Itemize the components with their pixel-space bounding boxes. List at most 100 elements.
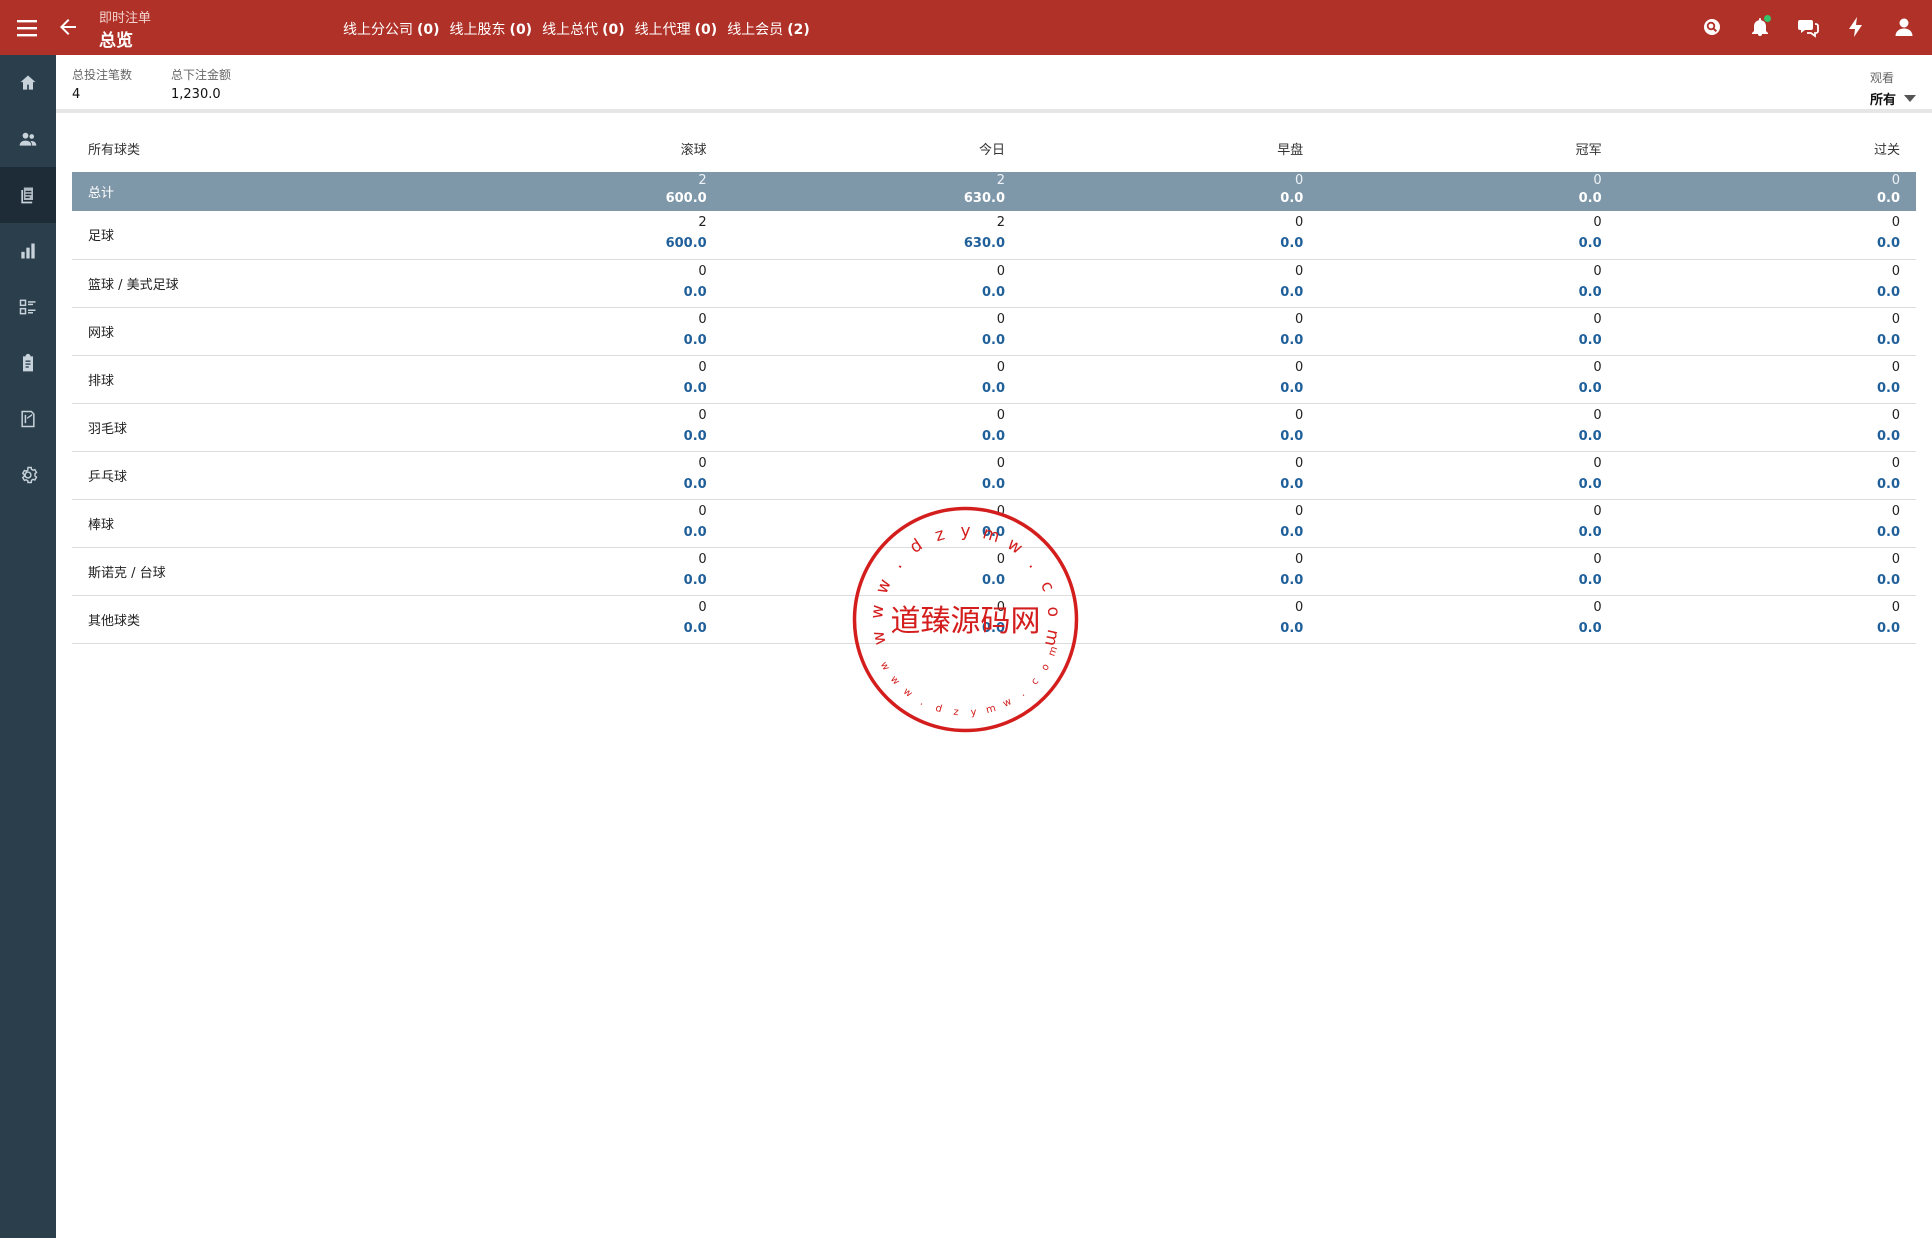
bet-amount-link[interactable]: 600.0	[424, 188, 707, 206]
online-shareholder-link[interactable]: 线上股东 (0)	[450, 19, 533, 39]
table-cell: 0 0.0	[722, 355, 1021, 404]
bet-amount-link[interactable]: 0.0	[1319, 375, 1602, 396]
bet-amount-link[interactable]: 0.0	[1618, 279, 1900, 300]
bet-amount-link[interactable]: 0.0	[1618, 615, 1900, 636]
view-selected-value: 所有	[1869, 93, 1896, 108]
bet-amount-link[interactable]: 0.0	[1021, 615, 1303, 636]
online-branch-link[interactable]: 线上分公司 (0)	[343, 19, 440, 39]
bet-amount-link[interactable]: 0.0	[1021, 188, 1303, 206]
table-row[interactable]: 棒球 0 0.0 0 0.0 0 0.0 0 0.0 0 0.0	[72, 499, 1916, 548]
chat-icon[interactable]	[1796, 15, 1820, 39]
bet-amount-link[interactable]: 0.0	[723, 615, 1005, 636]
table-cell: 0 0.0	[1319, 211, 1618, 260]
bet-amount-link[interactable]: 0.0	[1021, 279, 1303, 300]
table-header-row: 所有球类 滚球 今日 早盘 冠军 过关	[72, 124, 1916, 172]
bet-amount-link[interactable]: 0.0	[1021, 471, 1303, 492]
bet-count: 2	[996, 215, 1005, 230]
bet-amount-link[interactable]: 0.0	[1319, 188, 1602, 206]
bet-amount-link[interactable]: 0.0	[424, 519, 707, 540]
view-select[interactable]: 所有	[1870, 89, 1916, 108]
bet-amount-link[interactable]: 0.0	[1021, 327, 1303, 348]
table-cell: 0 0.0	[1319, 403, 1618, 452]
table-cell: 0 0.0	[1021, 259, 1320, 308]
sidebar-item-report[interactable]	[0, 391, 56, 447]
bet-count: 0	[1891, 311, 1900, 327]
bet-amount-link[interactable]: 0.0	[1319, 327, 1602, 348]
bet-amount-link[interactable]: 600.0	[424, 230, 707, 251]
bet-amount-link[interactable]: 0.0	[1021, 423, 1303, 444]
bet-amount-link[interactable]: 0.0	[1319, 230, 1602, 251]
table-cell: 0 0.0	[1617, 595, 1916, 644]
bet-amount-link[interactable]: 0.0	[1319, 423, 1602, 444]
bet-count: 0	[698, 503, 707, 519]
online-member-link[interactable]: 线上会员 (2)	[727, 19, 810, 39]
bet-amount-link[interactable]: 0.0	[1021, 230, 1303, 251]
table-row[interactable]: 其他球类 0 0.0 0 0.0 0 0.0 0 0.0 0 0.0	[72, 595, 1916, 644]
bet-amount-link[interactable]: 0.0	[723, 471, 1005, 492]
bet-amount-link[interactable]: 0.0	[723, 567, 1005, 588]
bet-amount-link[interactable]: 0.0	[424, 471, 707, 492]
sidebar-item-settings[interactable]	[0, 447, 56, 503]
online-agent-link[interactable]: 线上代理 (0)	[635, 19, 718, 39]
bet-amount-link[interactable]: 0.0	[1618, 519, 1900, 540]
bet-amount-link[interactable]: 0.0	[1618, 423, 1900, 444]
bet-amount-link[interactable]: 0.0	[723, 519, 1005, 540]
bet-amount-link[interactable]: 630.0	[723, 188, 1005, 206]
bet-amount-link[interactable]: 0.0	[1319, 615, 1602, 636]
table-cell: 0 0.0	[722, 547, 1021, 596]
bet-amount-link[interactable]: 0.0	[1021, 567, 1303, 588]
sidebar-item-users[interactable]	[0, 111, 56, 167]
sport-name: 斯诺克 / 台球	[72, 547, 425, 596]
table-row[interactable]: 斯诺克 / 台球 0 0.0 0 0.0 0 0.0 0 0.0 0 0.0	[72, 547, 1916, 596]
bet-amount-link[interactable]: 0.0	[1319, 279, 1602, 300]
sidebar-item-list[interactable]	[0, 279, 56, 335]
table-row[interactable]: 排球 0 0.0 0 0.0 0 0.0 0 0.0 0 0.0	[72, 355, 1916, 404]
bet-amount-link[interactable]: 0.0	[723, 423, 1005, 444]
bet-amount-link[interactable]: 0.0	[424, 567, 707, 588]
sports-summary-table: 所有球类 滚球 今日 早盘 冠军 过关 总计 2 600.0 2 630.0 0 0.0 0 0…	[72, 124, 1916, 644]
bet-amount-link[interactable]: 0.0	[424, 375, 707, 396]
bet-amount-link[interactable]: 0.0	[723, 327, 1005, 348]
bet-amount-link[interactable]: 0.0	[1618, 327, 1900, 348]
online-general-agent-link[interactable]: 线上总代 (0)	[542, 19, 625, 39]
bet-amount-link[interactable]: 0.0	[1319, 471, 1602, 492]
bet-amount-link[interactable]: 630.0	[723, 230, 1005, 251]
sidebar-item-home[interactable]	[0, 55, 56, 111]
sidebar-item-documents[interactable]	[0, 167, 56, 223]
bet-amount-link[interactable]: 0.0	[424, 279, 707, 300]
bet-amount-link[interactable]: 0.0	[424, 327, 707, 348]
bet-amount-link[interactable]: 0.0	[424, 615, 707, 636]
sport-name: 其他球类	[72, 595, 425, 644]
hamburger-menu-icon[interactable]	[14, 16, 40, 40]
bet-amount-link[interactable]: 0.0	[1319, 519, 1602, 540]
user-icon[interactable]	[1892, 15, 1916, 39]
bet-amount-link[interactable]: 0.0	[1618, 375, 1900, 396]
bet-amount-link[interactable]: 0.0	[723, 279, 1005, 300]
bet-amount-link[interactable]: 0.0	[1618, 230, 1900, 251]
bet-amount-link[interactable]: 0.0	[1021, 519, 1303, 540]
table-cell: 0 0.0	[1319, 547, 1618, 596]
bet-amount-link[interactable]: 0.0	[723, 375, 1005, 396]
seal-ring-letter: m	[985, 703, 997, 716]
bell-icon[interactable]	[1748, 15, 1772, 39]
table-row[interactable]: 乒乓球 0 0.0 0 0.0 0 0.0 0 0.0 0 0.0	[72, 451, 1916, 500]
flash-icon[interactable]	[1844, 15, 1868, 39]
bet-amount-link[interactable]: 0.0	[424, 423, 707, 444]
search-icon[interactable]	[1700, 15, 1724, 39]
total-row[interactable]: 总计 2 600.0 2 630.0 0 0.0 0 0.0 0 0.0	[72, 172, 1916, 211]
sidebar-item-clipboard[interactable]	[0, 335, 56, 391]
table-row[interactable]: 羽毛球 0 0.0 0 0.0 0 0.0 0 0.0 0 0.0	[72, 403, 1916, 452]
summary-bar: 总投注笔数 4 总下注金额 1,230.0 观看 所有	[56, 55, 1932, 113]
bet-count: 0	[1891, 359, 1900, 375]
bet-count: 0	[1593, 311, 1602, 327]
bet-amount-link[interactable]: 0.0	[1021, 375, 1303, 396]
table-row[interactable]: 网球 0 0.0 0 0.0 0 0.0 0 0.0 0 0.0	[72, 307, 1916, 356]
table-row[interactable]: 篮球 / 美式足球 0 0.0 0 0.0 0 0.0 0 0.0 0 0.0	[72, 259, 1916, 308]
bet-amount-link[interactable]: 0.0	[1618, 471, 1900, 492]
bet-amount-link[interactable]: 0.0	[1319, 567, 1602, 588]
sidebar-item-charts[interactable]	[0, 223, 56, 279]
bet-amount-link[interactable]: 0.0	[1618, 567, 1900, 588]
bet-amount-link[interactable]: 0.0	[1618, 188, 1900, 206]
back-arrow-icon[interactable]	[56, 15, 80, 39]
table-row[interactable]: 足球 2 600.0 2 630.0 0 0.0 0 0.0 0 0.0	[72, 211, 1916, 260]
